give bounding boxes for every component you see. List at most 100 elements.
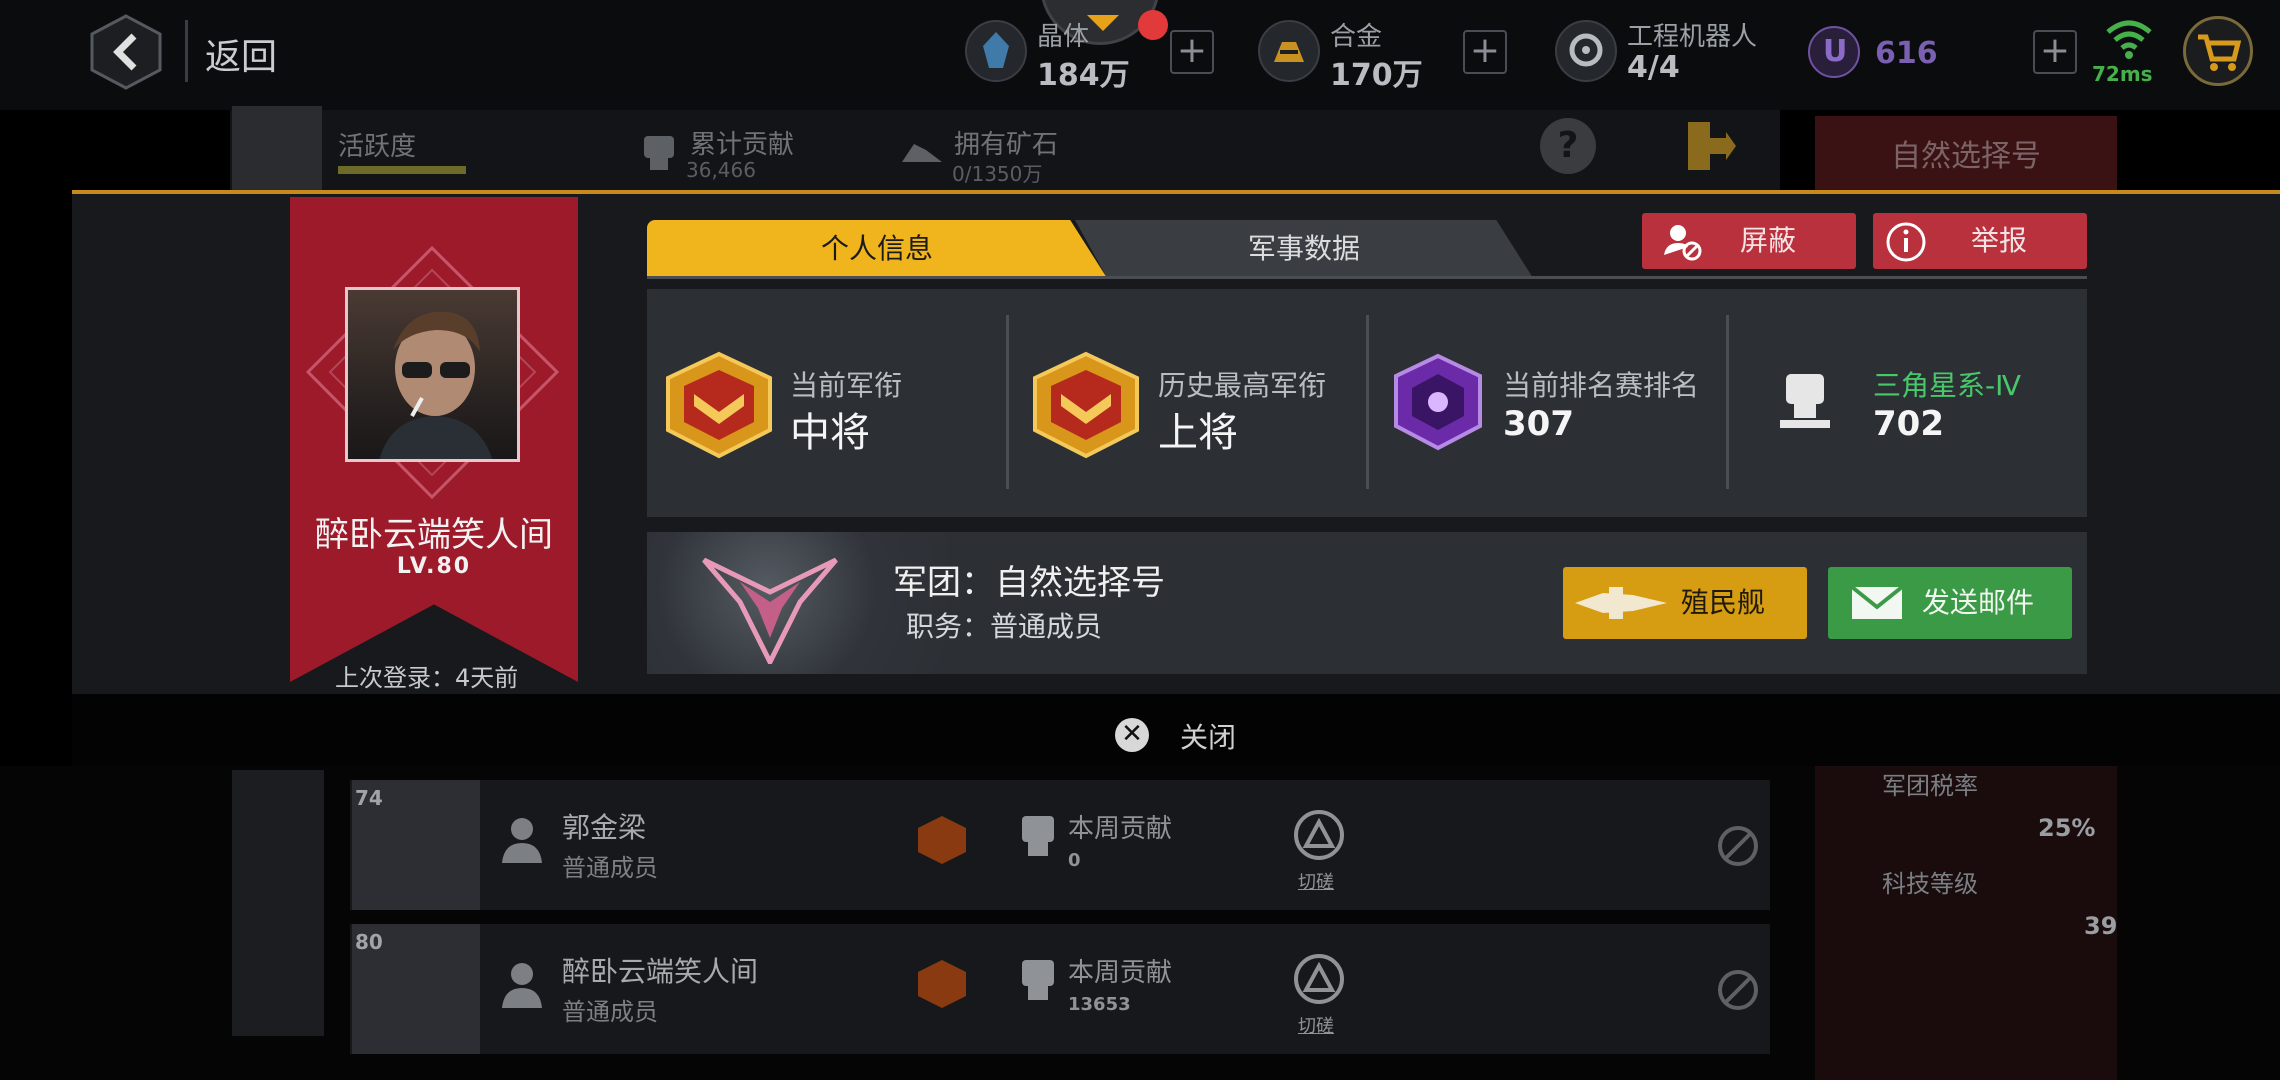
tax-rate-label: 军团税率: [1882, 772, 1978, 800]
shop-button[interactable]: [2183, 16, 2253, 86]
info-icon: [1886, 222, 1926, 262]
divider: [647, 276, 2087, 279]
close-button[interactable]: 关闭: [1180, 716, 1236, 756]
tech-level-value: 39: [2084, 912, 2118, 940]
weekly-contribution-label: 本周贡献: [1068, 958, 1173, 988]
cart-icon: [2198, 34, 2242, 71]
robot-name: 工程机器人: [1627, 22, 1758, 52]
crystal-icon: [965, 20, 1027, 82]
top-bar: 返回 晶体 184万 + 合金 170万 + 工程机器人 4/4 U 616 +: [0, 0, 2280, 110]
robot-resource: 工程机器人 4/4: [1555, 14, 1815, 94]
divider: [1726, 315, 1729, 489]
legion-name: 军团：自然选择号: [893, 563, 1165, 603]
user-icon: [502, 818, 542, 863]
weekly-contribution-value: 0: [1068, 850, 1081, 871]
activity-label: 活跃度: [338, 132, 417, 162]
close-icon[interactable]: ✕: [1115, 718, 1149, 752]
contribution-label: 累计贡献: [690, 130, 795, 160]
u-currency-value: 616: [1875, 36, 1938, 71]
send-mail-button[interactable]: 发送邮件: [1828, 567, 2072, 639]
player-avatar[interactable]: [345, 287, 520, 462]
user-icon: [502, 963, 542, 1008]
duel-button[interactable]: 切磋: [1298, 868, 1334, 894]
colony-ship-button[interactable]: 殖民舰: [1563, 567, 1807, 639]
player-level: LV.80: [396, 554, 472, 579]
legion-role: 职务：普通成员: [906, 610, 1103, 643]
report-button[interactable]: 举报: [1873, 213, 2087, 269]
legion-emblem-icon[interactable]: [700, 552, 840, 664]
trophy-fist-icon: [1780, 374, 1830, 428]
highest-rank-badge-icon: [1033, 351, 1139, 459]
mail-icon: [1850, 585, 1904, 619]
divider: [1366, 315, 1369, 489]
back-label[interactable]: 返回: [205, 28, 277, 80]
alloy-value: 170万: [1330, 58, 1423, 93]
back-icon: [90, 14, 162, 90]
weekly-contribution-value: 13653: [1068, 994, 1131, 1015]
member-role: 普通成员: [562, 854, 658, 882]
avatar: [232, 106, 322, 190]
crystal-resource: 晶体 184万: [965, 14, 1165, 94]
modal-footer: [72, 694, 2280, 766]
tab-military-data[interactable]: 军事数据: [1075, 220, 1533, 278]
current-rank: 中将: [790, 410, 870, 456]
tech-level-label: 科技等级: [1882, 870, 1978, 898]
portrait-icon: [379, 311, 493, 459]
galaxy-value: 702: [1873, 404, 1944, 444]
robot-value: 4/4: [1627, 50, 1680, 85]
block-label: 屏蔽: [1740, 224, 1797, 257]
alloy-resource: 合金 170万: [1258, 14, 1458, 94]
ping-value: 72ms: [2092, 62, 2153, 86]
tab-personal-info[interactable]: 个人信息: [647, 220, 1107, 278]
highest-rank: 上将: [1158, 410, 1238, 456]
rank-badge-icon: [666, 351, 772, 459]
fist-icon: [644, 136, 674, 170]
fist-icon: [1022, 960, 1054, 1000]
player-name: 醉卧云端笑人间: [315, 515, 553, 555]
wifi-icon: [2106, 20, 2152, 59]
block-button[interactable]: 屏蔽: [1642, 213, 1856, 269]
member-level: 74: [355, 786, 383, 810]
u-symbol: U: [1823, 34, 1848, 69]
ladder-rank-label: 当前排名赛排名: [1503, 369, 1700, 402]
exit-icon[interactable]: [1682, 118, 1738, 174]
report-label: 举报: [1971, 224, 2028, 257]
weekly-contribution-label: 本周贡献: [1068, 814, 1173, 844]
add-alloy-button[interactable]: +: [1463, 30, 1507, 74]
add-crystal-button[interactable]: +: [1170, 30, 1214, 74]
contribution-value: 36,466: [686, 158, 756, 182]
legion-name-button[interactable]: 自然选择号: [1815, 116, 2117, 198]
sidebar-item-members[interactable]: [232, 856, 324, 1036]
duel-icon[interactable]: [1292, 808, 1346, 862]
divider: [1006, 315, 1009, 489]
member-level: 80: [355, 930, 383, 954]
robot-icon: [1555, 20, 1617, 82]
member-name: 郭金梁: [562, 811, 647, 844]
tax-rate-value: 25%: [2038, 814, 2096, 842]
settings-icon[interactable]: [1714, 822, 1762, 870]
back-button[interactable]: [90, 14, 162, 90]
add-currency-button[interactable]: +: [2033, 30, 2077, 74]
ladder-rank: 307: [1503, 404, 1574, 444]
u-currency: U: [1808, 14, 1868, 94]
help-button[interactable]: ?: [1540, 118, 1596, 174]
ladder-rank-badge-icon: [1394, 353, 1482, 451]
crystal-value: 184万: [1037, 58, 1130, 93]
colony-ship-label: 殖民舰: [1681, 586, 1766, 619]
galaxy-label: 三角星系-Ⅳ: [1873, 369, 2021, 402]
divider: [185, 20, 188, 82]
settings-icon[interactable]: [1714, 966, 1762, 1014]
ore-label: 拥有矿石: [954, 130, 1059, 160]
current-rank-label: 当前军衔: [790, 369, 903, 402]
duel-button[interactable]: 切磋: [1298, 1012, 1334, 1038]
block-user-icon: [1664, 225, 1702, 261]
alloy-name: 合金: [1330, 22, 1383, 52]
highest-rank-label: 历史最高军衔: [1158, 369, 1327, 402]
send-mail-label: 发送邮件: [1922, 586, 2035, 619]
ore-value: 0/1350万: [952, 162, 1043, 186]
activity-bar: [338, 166, 466, 174]
ore-icon: [902, 144, 942, 162]
fist-icon: [1022, 816, 1054, 856]
duel-icon[interactable]: [1292, 952, 1346, 1006]
u-currency-icon: U: [1808, 26, 1860, 78]
